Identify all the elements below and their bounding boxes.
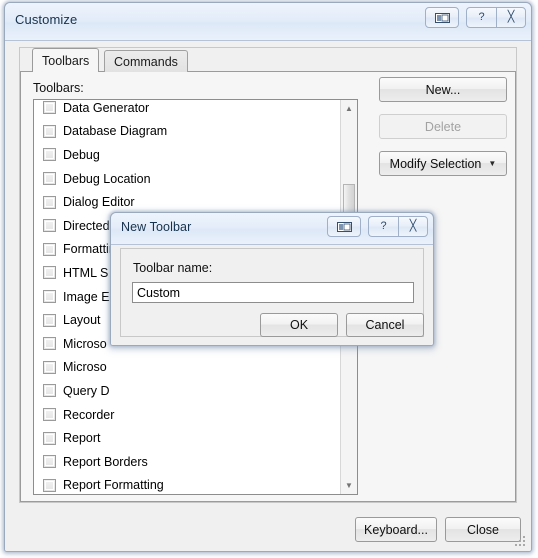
checkbox-icon[interactable] — [43, 337, 56, 351]
modify-selection-button[interactable]: Modify Selection ▼ — [379, 151, 507, 176]
ok-button-label: OK — [289, 318, 309, 332]
checkbox-icon[interactable] — [43, 290, 56, 304]
close-icon: ╳ — [507, 11, 515, 23]
list-item-label: Report Formatting — [63, 478, 164, 493]
tab-toolbars[interactable]: Toolbars — [32, 48, 100, 72]
new-toolbar-title: New Toolbar — [121, 220, 192, 234]
scroll-up-icon[interactable]: ▲ — [341, 100, 357, 117]
restore-button[interactable] — [425, 7, 459, 28]
restore-icon — [434, 12, 450, 23]
chevron-down-icon: ▼ — [488, 159, 497, 168]
list-item[interactable]: Report Formatting — [34, 474, 357, 495]
checkbox-icon[interactable] — [43, 478, 56, 492]
new-toolbar-help-button[interactable]: ? — [368, 216, 398, 237]
caption-button-group: ? ╳ — [425, 7, 526, 28]
list-item-label: Database Diagram — [63, 124, 168, 139]
help-button[interactable]: ? — [466, 7, 496, 28]
list-item-label: Layout — [63, 313, 101, 328]
toolbar-name-input[interactable] — [132, 282, 414, 303]
list-item[interactable]: Query D — [34, 379, 357, 403]
close-dialog-button[interactable]: Close — [445, 517, 521, 542]
checkbox-icon[interactable] — [43, 172, 56, 186]
restore-icon — [336, 221, 352, 232]
checkbox-icon[interactable] — [43, 195, 56, 209]
list-item-label: Data Generator — [63, 100, 150, 115]
close-icon: ╳ — [409, 220, 417, 232]
cancel-button[interactable]: Cancel — [346, 313, 424, 337]
tab-commands[interactable]: Commands — [104, 50, 188, 72]
list-item-label: Dialog Editor — [63, 195, 135, 210]
checkbox-icon[interactable] — [43, 266, 56, 280]
resize-grip-icon[interactable] — [515, 536, 527, 548]
checkbox-icon[interactable] — [43, 408, 56, 422]
tab-toolbars-label: Toolbars — [42, 53, 90, 68]
new-toolbar-client-area: Toolbar name: OK Cancel — [111, 245, 433, 345]
list-item-label: Image E — [63, 289, 110, 304]
list-item[interactable]: Database Diagram — [34, 120, 357, 144]
new-toolbar-close-button[interactable]: ╳ — [398, 216, 428, 237]
modify-selection-button-label: Modify Selection — [389, 156, 482, 171]
list-item[interactable]: Data Generator — [34, 100, 357, 120]
new-toolbar-button[interactable]: New... — [379, 77, 507, 102]
new-toolbar-panel: Toolbar name: OK Cancel — [120, 248, 424, 337]
toolbar-name-label: Toolbar name: — [133, 261, 213, 275]
close-button[interactable]: ╳ — [496, 7, 526, 28]
checkbox-icon[interactable] — [43, 384, 56, 398]
list-item[interactable]: Dialog Editor — [34, 190, 357, 214]
checkbox-icon[interactable] — [43, 431, 56, 445]
close-dialog-button-label: Close — [467, 522, 499, 537]
new-toolbar-caption-button-group: ? ╳ — [327, 216, 428, 237]
keyboard-button[interactable]: Keyboard... — [355, 517, 437, 542]
list-item-label: Microso — [63, 336, 107, 351]
tab-commands-label: Commands — [114, 54, 178, 69]
list-item[interactable]: Report Borders — [34, 450, 357, 474]
toolbars-list-label: Toolbars: — [33, 81, 84, 95]
list-item-label: Query D — [63, 383, 110, 398]
list-item-label: Microso — [63, 360, 107, 375]
list-item[interactable]: Microso — [34, 356, 357, 380]
delete-toolbar-button-label: Delete — [424, 119, 462, 134]
checkbox-icon[interactable] — [43, 360, 56, 374]
list-item-label: Debug — [63, 147, 100, 162]
list-item-label: Report Borders — [63, 454, 148, 469]
checkbox-icon[interactable] — [43, 313, 56, 327]
window-title: Customize — [15, 12, 78, 27]
checkbox-icon[interactable] — [43, 219, 56, 233]
new-toolbar-titlebar[interactable]: New Toolbar ? ╳ — [111, 213, 433, 245]
list-item-label: HTML S — [63, 265, 109, 280]
ok-button[interactable]: OK — [260, 313, 338, 337]
desktop-background: Customize ? ╳ Toolbars Commands Toolbars… — [0, 0, 538, 558]
list-item-label: Report — [63, 431, 101, 446]
list-item[interactable]: Recorder — [34, 403, 357, 427]
customize-titlebar[interactable]: Customize ? ╳ — [5, 3, 531, 41]
new-toolbar-restore-button[interactable] — [327, 216, 361, 237]
help-icon: ? — [478, 11, 485, 23]
scroll-down-icon[interactable]: ▼ — [341, 477, 357, 494]
cancel-button-label: Cancel — [365, 318, 405, 332]
new-toolbar-button-label: New... — [425, 82, 461, 97]
list-item[interactable]: Report — [34, 426, 357, 450]
list-item[interactable]: Debug Location — [34, 167, 357, 191]
help-icon: ? — [380, 220, 387, 232]
checkbox-icon[interactable] — [43, 148, 56, 162]
new-toolbar-dialog: New Toolbar ? ╳ Toolbar name: Custom OK … — [110, 212, 434, 346]
checkbox-icon[interactable] — [43, 124, 56, 138]
checkbox-icon[interactable] — [43, 242, 56, 256]
checkbox-icon[interactable] — [43, 101, 56, 115]
list-item[interactable]: Debug — [34, 143, 357, 167]
list-item-label: Recorder — [63, 407, 115, 422]
keyboard-button-label: Keyboard... — [364, 522, 428, 537]
checkbox-icon[interactable] — [43, 455, 56, 469]
list-item-label: Debug Location — [63, 171, 151, 186]
tabstrip: Toolbars Commands — [20, 48, 516, 72]
delete-toolbar-button[interactable]: Delete — [379, 114, 507, 139]
